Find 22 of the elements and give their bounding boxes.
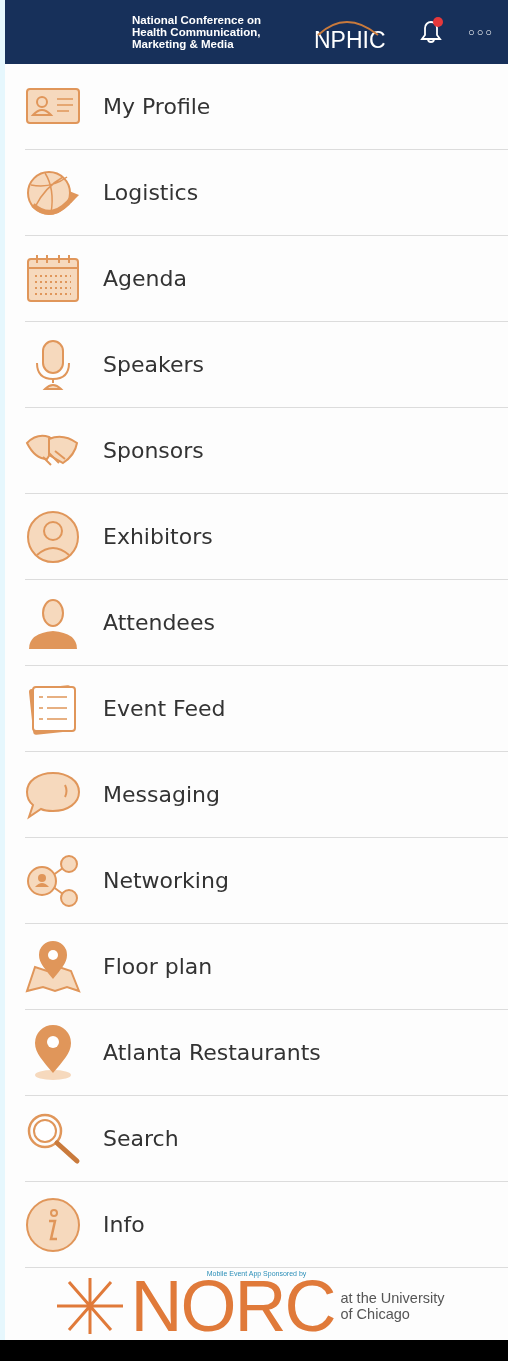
menu-item[interactable]: Attendees xyxy=(25,580,508,666)
menu-item[interactable]: Search xyxy=(25,1096,508,1182)
logo-text: NPHIC xyxy=(314,27,386,53)
menu-item[interactable]: Agenda xyxy=(25,236,508,322)
person-circle-icon xyxy=(25,508,81,565)
menu-item[interactable]: Atlanta Restaurants xyxy=(25,1010,508,1096)
menu-item[interactable]: Speakers xyxy=(25,322,508,408)
menu-item[interactable]: Logistics xyxy=(25,150,508,236)
menu-item[interactable]: Sponsors xyxy=(25,408,508,494)
info-icon xyxy=(25,1196,81,1253)
more-button[interactable]: ○○○ xyxy=(468,26,494,38)
star-icon xyxy=(54,1276,125,1336)
map-pin-icon xyxy=(25,938,81,995)
sponsor-affiliation: at the University of Chicago xyxy=(340,1290,446,1322)
menu-item[interactable]: Exhibitors xyxy=(25,494,508,580)
network-icon xyxy=(25,852,81,909)
menu-item[interactable]: My Profile xyxy=(25,64,508,150)
menu-item[interactable]: Event Feed xyxy=(25,666,508,752)
menu-item[interactable]: Networking xyxy=(25,838,508,924)
conference-title: National Conference on Health Communication, Marketing & Media xyxy=(132,14,263,50)
menu-item[interactable]: Messaging xyxy=(25,752,508,838)
menu-item[interactable]: Floor plan xyxy=(25,924,508,1010)
